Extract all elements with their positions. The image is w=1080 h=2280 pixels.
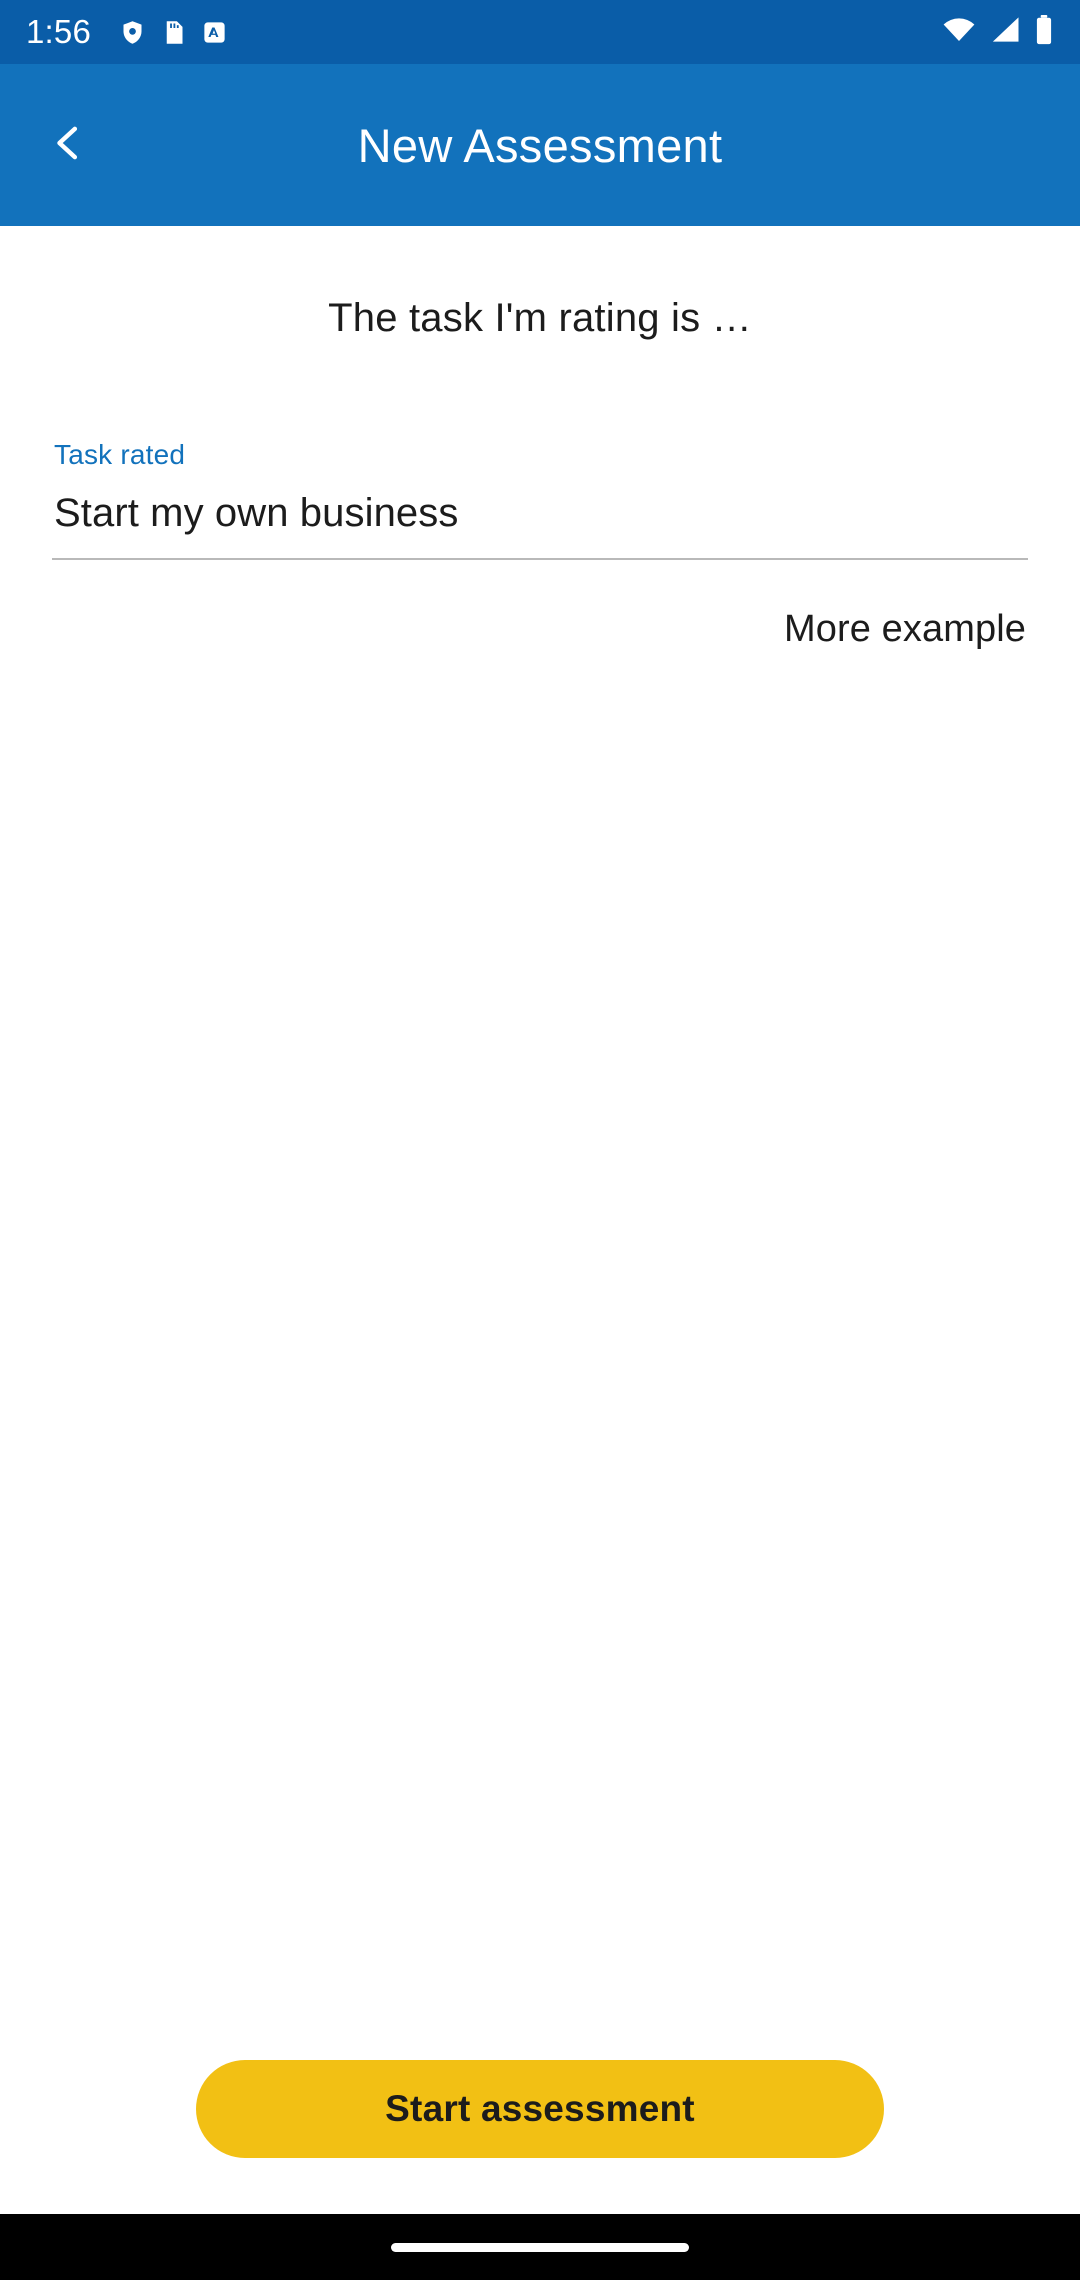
main-content: The task I'm rating is … Task rated Star…: [0, 226, 1080, 2060]
app-screen: 1:56 New Assessment The task I'm rating …: [0, 0, 1080, 2280]
back-chevron-icon: [47, 121, 91, 170]
wifi-icon: [942, 16, 976, 48]
task-rated-field-group: Task rated Start my own business: [52, 439, 1028, 560]
app-badge-icon: [201, 19, 228, 46]
app-bar: New Assessment: [0, 64, 1080, 226]
task-rated-value[interactable]: Start my own business: [52, 491, 1028, 536]
prompt-text: The task I'm rating is …: [328, 296, 752, 340]
sd-card-icon: [160, 19, 187, 46]
back-button[interactable]: [26, 102, 112, 188]
status-bar: 1:56: [0, 0, 1080, 64]
shield-icon: [119, 19, 146, 46]
cellular-signal-icon: [989, 16, 1021, 48]
status-bar-left: 1:56: [26, 13, 228, 51]
task-rated-label: Task rated: [54, 439, 186, 470]
footer-actions: Start assessment: [0, 2060, 1080, 2214]
home-gesture-pill[interactable]: [391, 2242, 689, 2252]
system-navigation-bar: [0, 2214, 1080, 2280]
status-time: 1:56: [26, 13, 92, 50]
start-assessment-button[interactable]: Start assessment: [196, 2060, 884, 2158]
task-rated-input[interactable]: Start my own business: [52, 491, 1028, 560]
page-title: New Assessment: [357, 118, 723, 172]
status-bar-right: [942, 14, 1054, 50]
more-example-row: More example: [52, 602, 1028, 657]
status-notification-icons: [119, 19, 228, 46]
battery-icon: [1034, 14, 1054, 50]
more-example-link[interactable]: More example: [782, 602, 1028, 657]
